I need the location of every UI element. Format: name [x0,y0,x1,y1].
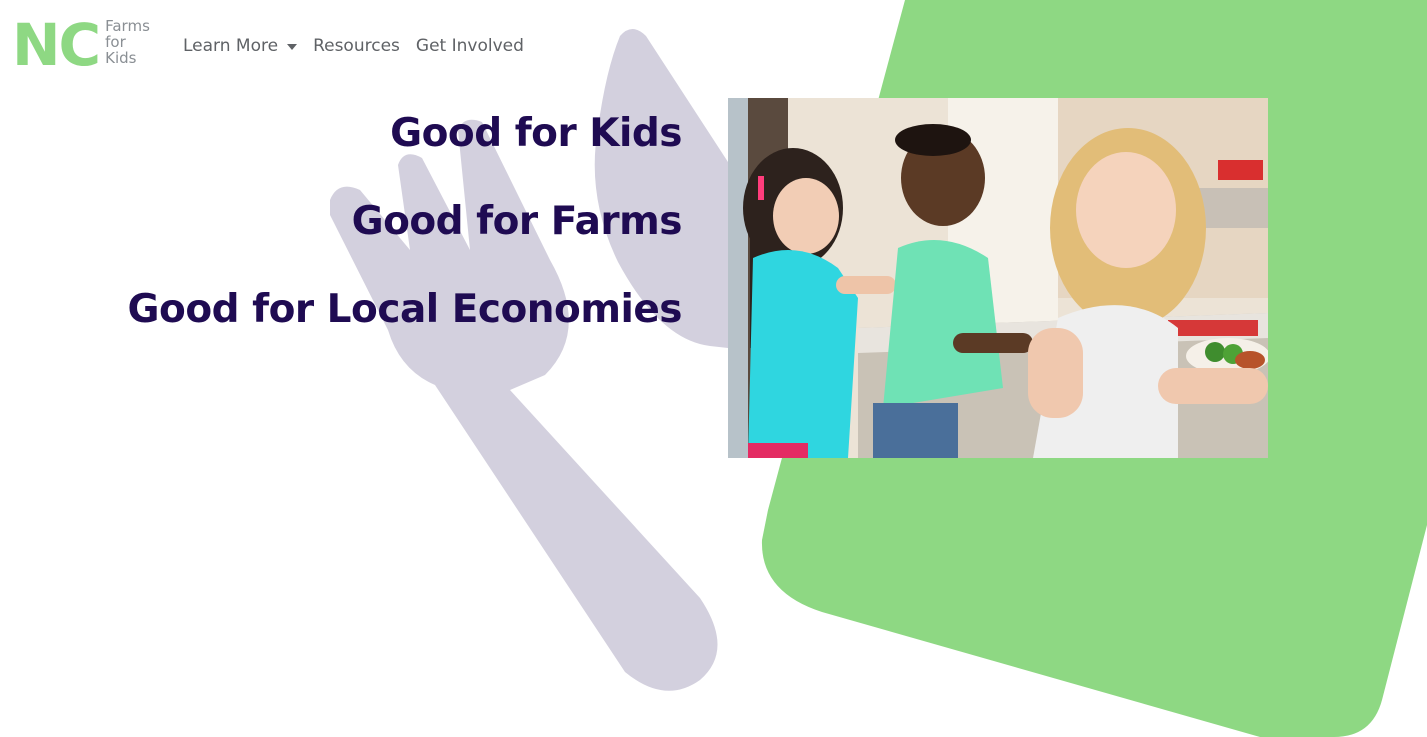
logo-word-farms: Farms [105,17,150,35]
tagline-farms: Good for Farms [351,199,683,244]
navbar: NC Farms for Kids Learn More Resources G… [0,0,700,90]
site-logo[interactable]: NC Farms for Kids [12,14,150,76]
logo-word-for: for [105,33,126,51]
chevron-down-icon [287,44,298,50]
hero-photo [728,98,1268,458]
nav-learn-more[interactable]: Learn More [183,36,298,56]
tagline-kids: Good for Kids [390,111,682,156]
logo-words: Farms for Kids [105,18,150,66]
tagline-local-economies: Good for Local Economies [127,287,683,332]
hero-taglines: Good for Kids Good for Farms Good for Lo… [127,111,683,376]
logo-word-kids: Kids [105,49,137,67]
nav-learn-more-label: Learn More [183,36,279,56]
nav-links: Learn More Resources Get Involved [183,36,540,56]
nav-get-involved[interactable]: Get Involved [416,36,524,56]
logo-nc: NC [12,11,101,79]
nav-resources[interactable]: Resources [313,36,400,56]
